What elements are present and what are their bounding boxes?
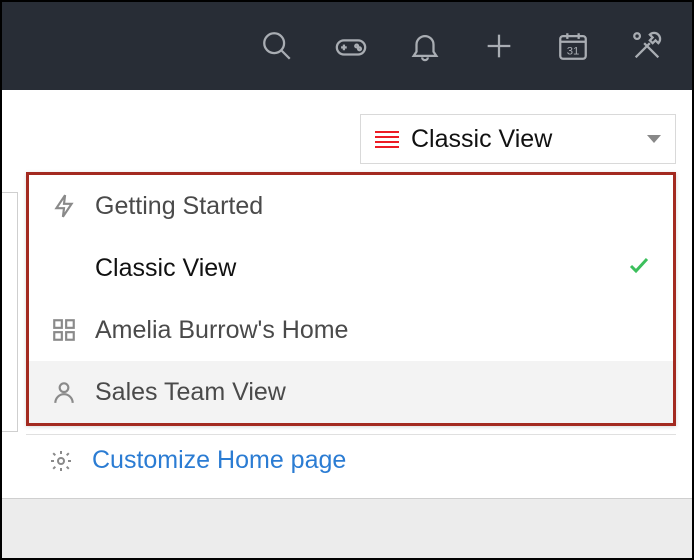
dropdown-item-label: Sales Team View — [95, 378, 651, 407]
svg-text:31: 31 — [567, 46, 580, 58]
dropdown-item-label: Amelia Burrow's Home — [95, 316, 651, 345]
bottom-bar — [2, 498, 692, 558]
check-icon — [627, 253, 651, 284]
grid-icon — [51, 317, 77, 343]
view-selector-label: Classic View — [411, 125, 635, 154]
view-dropdown: Getting Started Classic View Amelia Burr… — [26, 172, 676, 426]
dropdown-item-label: Getting Started — [95, 192, 651, 221]
search-icon[interactable] — [260, 29, 294, 63]
chevron-down-icon — [647, 135, 661, 143]
customize-home-link[interactable]: Customize Home page — [26, 434, 676, 486]
dropdown-item-classic-view[interactable]: Classic View — [29, 237, 673, 299]
dropdown-item-getting-started[interactable]: Getting Started — [29, 175, 673, 237]
dropdown-item-sales-team[interactable]: Sales Team View — [29, 361, 673, 423]
person-icon — [51, 379, 77, 405]
content-area: Classic View — [2, 90, 692, 164]
bolt-icon — [51, 193, 77, 219]
dropdown-item-label: Classic View — [95, 254, 609, 283]
plus-icon[interactable] — [482, 29, 516, 63]
top-toolbar: 31 — [2, 2, 692, 90]
bell-icon[interactable] — [408, 29, 442, 63]
view-selector[interactable]: Classic View — [360, 114, 676, 164]
calendar-icon[interactable]: 31 — [556, 29, 590, 63]
left-panel-edge — [2, 192, 18, 432]
lines-icon — [375, 131, 399, 148]
dropdown-item-user-home[interactable]: Amelia Burrow's Home — [29, 299, 673, 361]
gamepad-icon[interactable] — [334, 29, 368, 63]
customize-home-label: Customize Home page — [92, 446, 346, 475]
tools-icon[interactable] — [630, 29, 664, 63]
gear-icon — [48, 449, 74, 473]
